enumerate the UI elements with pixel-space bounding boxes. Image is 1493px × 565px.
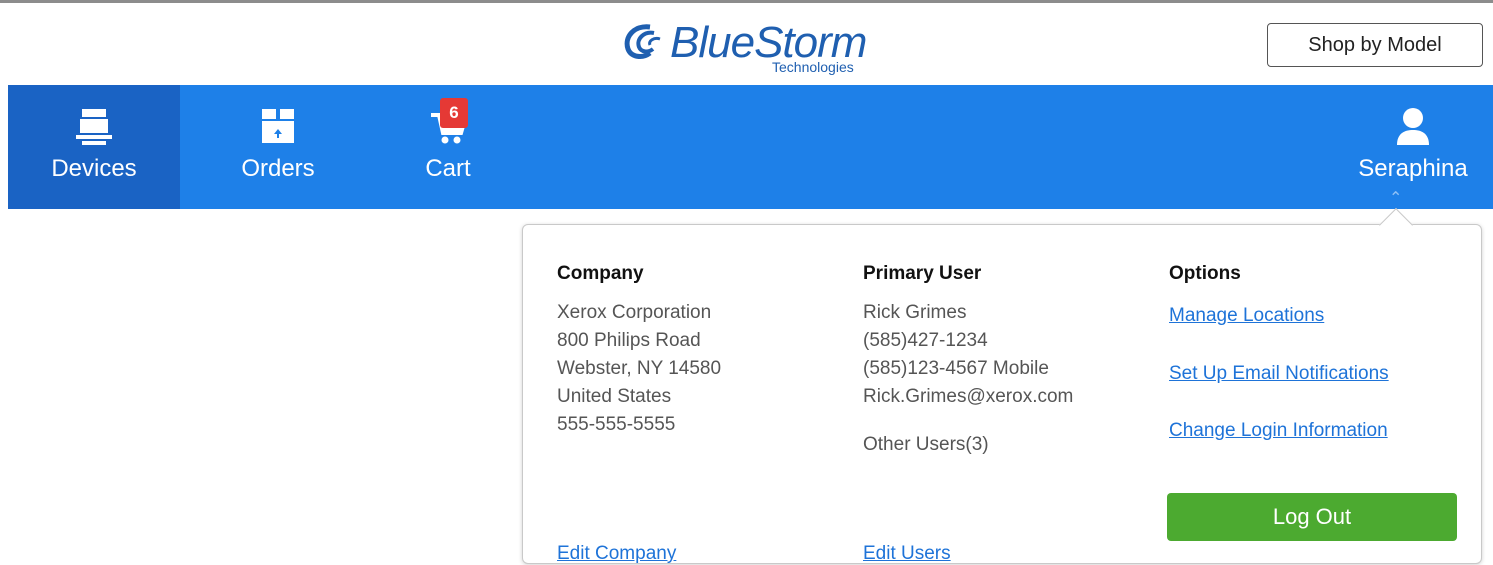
company-heading: Company: [557, 263, 644, 284]
nav-label-user: Seraphina: [1358, 155, 1468, 182]
company-street: 800 Philips Road: [557, 330, 701, 351]
company-section: Company Xerox Corporation 800 Philips Ro…: [557, 263, 827, 564]
storm-swirl-icon: [624, 24, 661, 59]
user-mobile: (585)123-4567 Mobile: [863, 358, 1049, 379]
printer-icon: [76, 109, 112, 145]
box-icon: [262, 109, 294, 143]
site-header: BlueStorm Technologies Shop by Model: [0, 3, 1493, 85]
company-name: Xerox Corporation: [557, 302, 712, 323]
nav-label-devices: Devices: [51, 155, 137, 182]
chevron-up-icon: ⌃: [1389, 190, 1403, 207]
edit-company-link[interactable]: Edit Company: [557, 543, 676, 565]
options-section: Options Manage Locations Set Up Email No…: [1169, 263, 1469, 441]
company-city: Webster, NY 14580: [557, 358, 722, 379]
nav-item-devices[interactable]: Devices: [8, 85, 180, 209]
user-icon: [1397, 108, 1429, 145]
cart-count-badge: 6: [440, 98, 468, 128]
options-heading: Options: [1169, 263, 1241, 284]
edit-users-link[interactable]: Edit Users: [863, 543, 951, 565]
primary-user-section: Primary User Rick Grimes (585)427-1234 (…: [863, 263, 1143, 564]
log-out-button[interactable]: Log Out: [1167, 493, 1457, 541]
manage-locations-link[interactable]: Manage Locations: [1169, 305, 1324, 327]
primary-user-heading: Primary User: [863, 263, 982, 284]
user-email: Rick.Grimes@xerox.com: [863, 386, 1074, 407]
nav-item-user-menu[interactable]: Seraphina: [1338, 85, 1488, 209]
company-country: United States: [557, 386, 672, 407]
other-users-count: Other Users(3): [863, 434, 989, 455]
nav-label-orders: Orders: [241, 155, 315, 182]
brand-tagline: Technologies: [772, 59, 854, 75]
shop-by-model-button[interactable]: Shop by Model: [1267, 23, 1483, 67]
email-notifications-link[interactable]: Set Up Email Notifications: [1169, 363, 1389, 385]
nav-item-orders[interactable]: Orders: [188, 85, 368, 209]
brand-logo[interactable]: BlueStorm Technologies: [620, 19, 890, 75]
nav-label-cart: Cart: [425, 155, 471, 182]
change-login-link[interactable]: Change Login Information: [1169, 420, 1388, 442]
main-nav: Devices Orders Cart Seraphina: [8, 85, 1493, 209]
user-phone: (585)427-1234: [863, 330, 988, 351]
user-name: Rick Grimes: [863, 302, 967, 323]
account-dropdown-panel: Company Xerox Corporation 800 Philips Ro…: [522, 224, 1482, 564]
company-phone: 555-555-5555: [557, 414, 676, 435]
